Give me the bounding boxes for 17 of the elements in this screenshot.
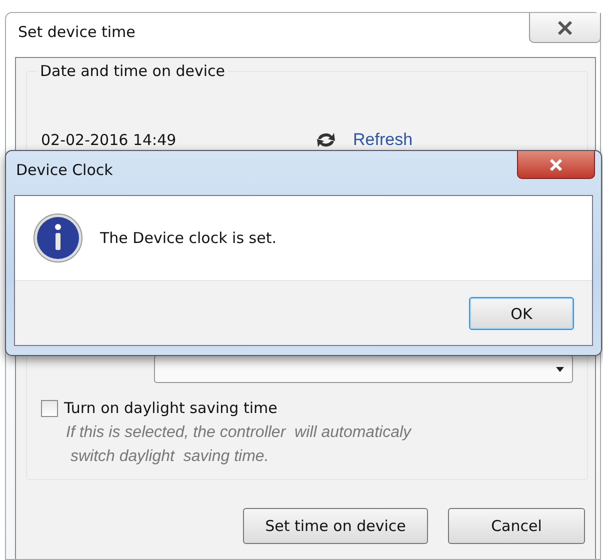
checkbox[interactable] — [41, 400, 58, 416]
dropdown-field[interactable] — [154, 355, 573, 383]
dialog-title: Device Clock — [16, 161, 113, 179]
checkbox-label: Turn on daylight saving time — [64, 399, 278, 417]
dialog-message: The Device clock is set. — [100, 229, 276, 247]
dropdown-arrow-icon — [556, 366, 564, 372]
group-title: Date and time on device — [39, 62, 226, 80]
ok-button[interactable]: OK — [469, 297, 574, 330]
hint-text: If this is selected, the controller will automaticaly switch daylight saving time. — [66, 423, 413, 467]
refresh-link[interactable]: Refresh — [353, 130, 413, 150]
device-time: 02-02-2016 14:49 — [41, 131, 178, 149]
set-time-button[interactable]: Set time on device — [243, 508, 428, 544]
close-button[interactable] — [517, 151, 595, 179]
info-icon — [32, 212, 84, 264]
cancel-button[interactable]: Cancel — [448, 508, 585, 544]
window-title: Set device time — [18, 23, 136, 41]
close-button[interactable] — [529, 13, 601, 43]
